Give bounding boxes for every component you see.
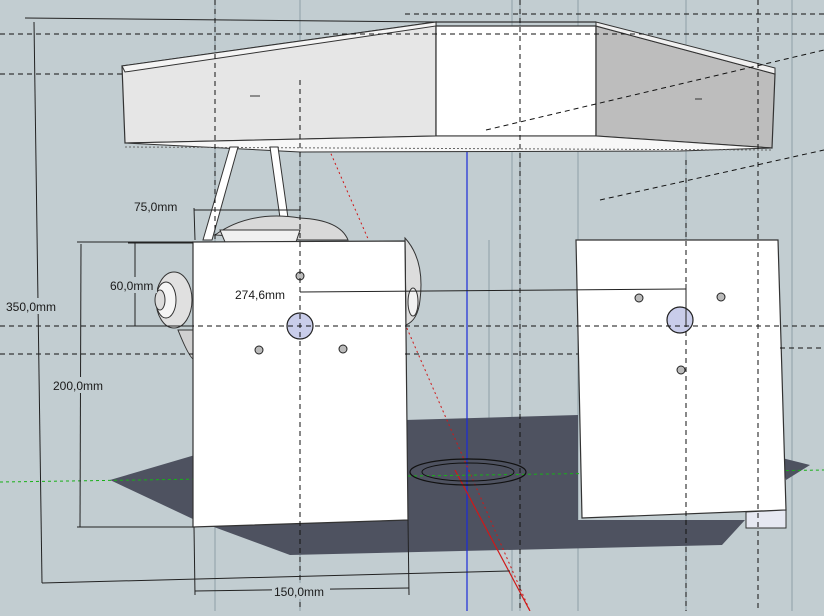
dim-plate-height: 200,0mm	[53, 379, 103, 393]
dim-overall-height: 350,0mm	[6, 300, 56, 314]
dim-mount-width: 75,0mm	[134, 200, 177, 214]
left-plate[interactable]	[192, 240, 409, 528]
left-hole-left	[254, 345, 264, 355]
right-plate[interactable]	[575, 239, 787, 529]
left-hole-right	[338, 344, 348, 354]
right-hole-bottom	[676, 365, 686, 375]
right-hole-left	[634, 293, 644, 303]
model-canvas[interactable]: 350,0mm 200,0mm 60,0mm 75,0mm 150,0mm 27…	[0, 0, 824, 612]
sketchup-viewport[interactable]: 350,0mm 200,0mm 60,0mm 75,0mm 150,0mm 27…	[0, 0, 824, 612]
right-plate-foot	[745, 509, 787, 529]
dim-hole-spacing: 274,6mm	[235, 288, 285, 302]
right-center-hole	[666, 306, 694, 334]
dim-plate-width: 150,0mm	[274, 585, 324, 599]
right-hole-right	[716, 292, 726, 302]
dim-hole-offset: 60,0mm	[110, 279, 153, 293]
